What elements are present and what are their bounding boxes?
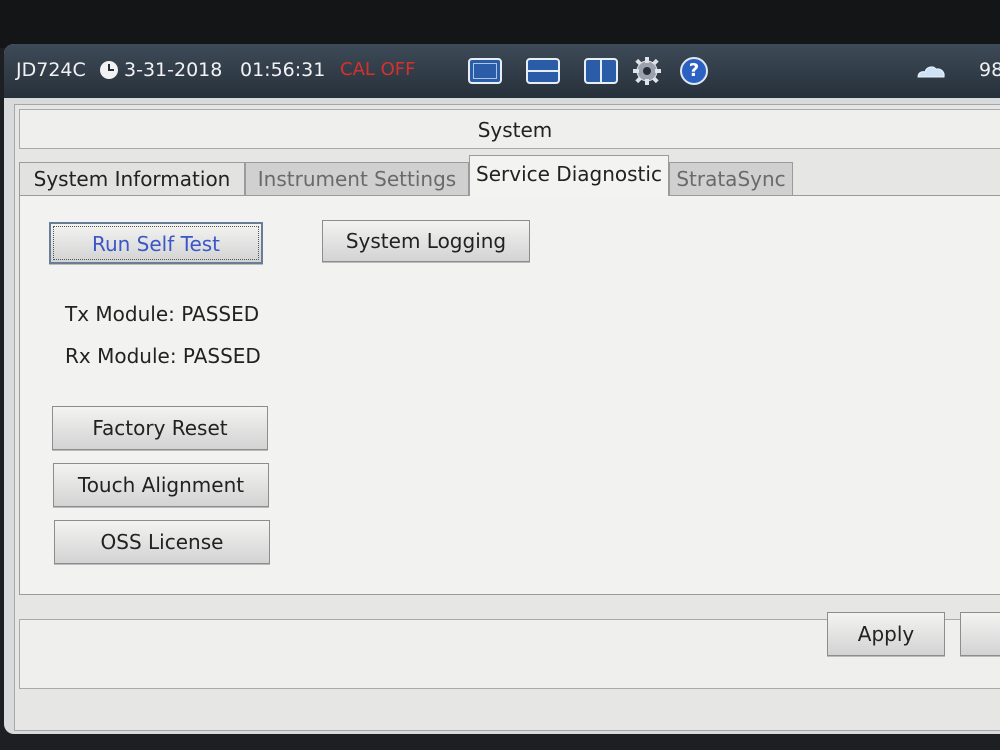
view-horizontal-split-icon[interactable] xyxy=(526,58,560,84)
view-full-icon[interactable] xyxy=(468,58,502,84)
view-vertical-split-icon[interactable] xyxy=(584,58,618,84)
help-icon[interactable]: ? xyxy=(680,57,708,85)
system-dialog: System System Information Instrument Set… xyxy=(14,104,1000,731)
device-bezel xyxy=(0,0,1000,48)
run-self-test-button[interactable]: Run Self Test xyxy=(49,222,263,264)
factory-reset-button[interactable]: Factory Reset xyxy=(52,406,268,450)
dialog-title: System xyxy=(477,118,553,142)
oss-license-button[interactable]: OSS License xyxy=(54,520,270,564)
date-label: 3-31-2018 xyxy=(124,59,223,81)
rx-module-result: Rx Module: PASSED xyxy=(65,344,261,368)
time-label: 01:56:31 xyxy=(240,59,326,81)
tab-service-diagnostic[interactable]: Service Diagnostic xyxy=(469,155,669,196)
model-label: JD724C xyxy=(16,59,86,81)
status-bar: JD724C 3-31-2018 01:56:31 CAL OFF ? 98 xyxy=(4,44,1000,98)
tab-bar: System Information Instrument Settings S… xyxy=(19,155,1000,196)
dialog-title-bar: System xyxy=(19,109,1000,149)
device-screen: JD724C 3-31-2018 01:56:31 CAL OFF ? 98 S… xyxy=(4,44,1000,734)
cal-status: CAL OFF xyxy=(340,59,416,80)
apply-button[interactable]: Apply xyxy=(827,612,945,656)
gear-icon[interactable] xyxy=(632,56,662,86)
level-readout: 98 xyxy=(979,59,1000,81)
cloud-icon xyxy=(917,66,945,78)
system-logging-button[interactable]: System Logging xyxy=(322,220,530,262)
touch-alignment-button[interactable]: Touch Alignment xyxy=(53,463,269,507)
exit-button-partial[interactable]: E xyxy=(960,612,1000,656)
dialog-footer: Apply E xyxy=(19,612,1000,689)
service-diagnostic-panel: Run Self Test System Logging Tx Module: … xyxy=(19,195,1000,595)
tab-instrument-settings[interactable]: Instrument Settings xyxy=(245,162,469,195)
tx-module-result: Tx Module: PASSED xyxy=(65,302,260,326)
tab-stratasync[interactable]: StrataSync xyxy=(669,162,793,195)
clock-icon xyxy=(100,61,118,79)
tab-system-information[interactable]: System Information xyxy=(19,162,245,195)
